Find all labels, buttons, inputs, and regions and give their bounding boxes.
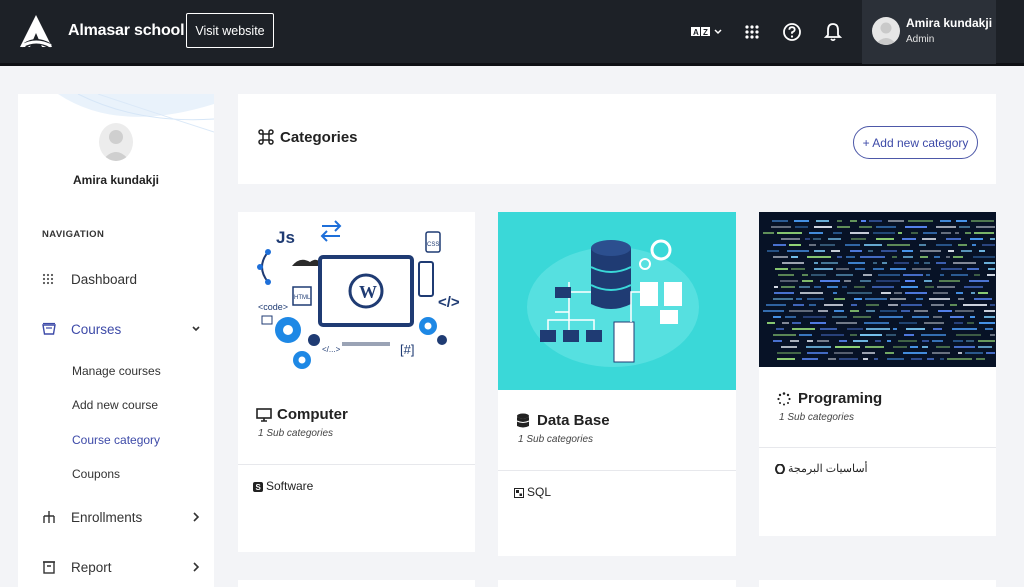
card-divider — [238, 464, 475, 465]
user-name: Amira kundakji — [906, 16, 993, 30]
sidebar-item-label: Enrollments — [71, 509, 143, 525]
subcategory-tag-label: SQL — [527, 485, 552, 499]
user-menu[interactable]: Amira kundakji Admin — [862, 0, 996, 64]
sidebar-item-report[interactable]: Report — [42, 556, 202, 578]
sidebar-subitem-coupons[interactable]: Coupons — [72, 467, 120, 481]
grid-icon[interactable] — [743, 21, 761, 43]
user-role: Admin — [906, 34, 935, 45]
category-card-programing[interactable]: Programing 1 Sub categories أساسيات البر… — [759, 212, 996, 536]
chevron-right-icon — [193, 512, 200, 522]
translate-icon[interactable]: A Z — [690, 21, 724, 43]
sidebar-item-courses[interactable]: Courses — [42, 318, 202, 340]
category-card-next-row — [238, 580, 475, 587]
visit-website-button[interactable]: Visit website — [186, 13, 274, 48]
card-title: Data Base — [516, 412, 610, 429]
category-card-computer[interactable]: Js W CSS </> HTML <code> </...> [#] Comp — [238, 212, 475, 552]
card-title-text: Computer — [277, 406, 348, 423]
sidebar: Amira kundakji NAVIGATION Dashboard Cour… — [18, 94, 214, 587]
card-divider — [759, 447, 996, 448]
sql-icon — [514, 487, 524, 498]
bell-icon[interactable] — [823, 21, 843, 43]
svg-text:Z: Z — [703, 28, 708, 37]
sidebar-item-dashboard[interactable]: Dashboard — [42, 268, 202, 290]
monitor-icon — [256, 407, 274, 423]
almasar-logo[interactable] — [18, 13, 54, 51]
svg-text:</>: </> — [438, 294, 460, 311]
subcategory-tag-label: Software — [266, 479, 314, 493]
svg-text:[#]: [#] — [400, 342, 414, 357]
card-divider — [498, 470, 736, 471]
dashboard-grid-icon — [42, 271, 64, 287]
sidebar-subitem-course-category[interactable]: Course category — [72, 433, 160, 447]
category-card-next-row — [498, 580, 736, 587]
subcategory-tag-label: أساسيات البرمجة — [788, 463, 868, 475]
card-title-text: Data Base — [537, 412, 610, 429]
chevron-down-icon — [192, 326, 200, 332]
top-navbar: Almasar school Visit website A Z Amira k… — [0, 0, 1024, 66]
card-title: Programing — [777, 390, 882, 407]
card-subcategory-count: 1 Sub categories — [258, 428, 334, 439]
svg-text:A: A — [693, 28, 699, 37]
chevron-right-icon — [193, 562, 200, 572]
sidebar-item-label: Report — [71, 559, 112, 575]
category-card-database[interactable]: Data Base 1 Sub categories SQL — [498, 212, 736, 556]
code-screen-photo — [759, 212, 996, 367]
category-card-next-row — [759, 580, 996, 587]
brand-name: Almasar school — [68, 22, 185, 39]
sidebar-item-label: Courses — [71, 321, 122, 337]
database-icon — [516, 413, 534, 429]
page-title: Categories — [280, 129, 358, 146]
subcategory-tag[interactable]: أساسيات البرمجة — [775, 462, 868, 475]
help-icon[interactable] — [782, 21, 802, 43]
subcategory-tag[interactable]: S Software — [253, 479, 313, 493]
card-subcategory-count: 1 Sub categories — [518, 434, 594, 445]
spinner-icon — [777, 391, 795, 407]
sidebar-subitem-add-new-course[interactable]: Add new course — [72, 398, 158, 412]
svg-text:</...>: </...> — [322, 345, 341, 354]
card-title: Computer — [256, 406, 348, 423]
report-icon — [42, 559, 64, 575]
sidebar-subitem-manage-courses[interactable]: Manage courses — [72, 364, 161, 378]
card-subcategory-count: 1 Sub categories — [779, 412, 855, 423]
sidebar-item-label: Dashboard — [71, 271, 138, 287]
categories-header: Categories + Add new category — [238, 94, 996, 184]
sidebar-item-enrollments[interactable]: Enrollments — [42, 506, 202, 528]
svg-text:<code>: <code> — [258, 302, 288, 312]
card-title-text: Programing — [798, 390, 883, 407]
user-avatar — [872, 17, 900, 45]
svg-text:CSS: CSS — [427, 242, 439, 248]
svg-text:W: W — [359, 282, 377, 302]
navigation-heading: NAVIGATION — [42, 229, 105, 240]
svg-text:Js: Js — [276, 228, 295, 247]
profile-name: Amira kundakji — [72, 173, 160, 187]
computer-illustration: Js W CSS </> HTML <code> </...> [#] — [238, 212, 475, 382]
software-icon: S — [253, 481, 263, 492]
command-icon — [258, 129, 274, 145]
add-new-category-button[interactable]: + Add new category — [853, 126, 978, 159]
courses-icon — [42, 321, 64, 337]
opera-icon — [775, 462, 785, 475]
subcategory-tag[interactable]: SQL — [514, 485, 551, 499]
svg-text:S: S — [256, 483, 262, 492]
profile-avatar[interactable] — [99, 123, 133, 161]
database-illustration — [498, 212, 736, 390]
svg-text:HTML: HTML — [294, 295, 311, 301]
enrollments-icon — [42, 509, 64, 525]
